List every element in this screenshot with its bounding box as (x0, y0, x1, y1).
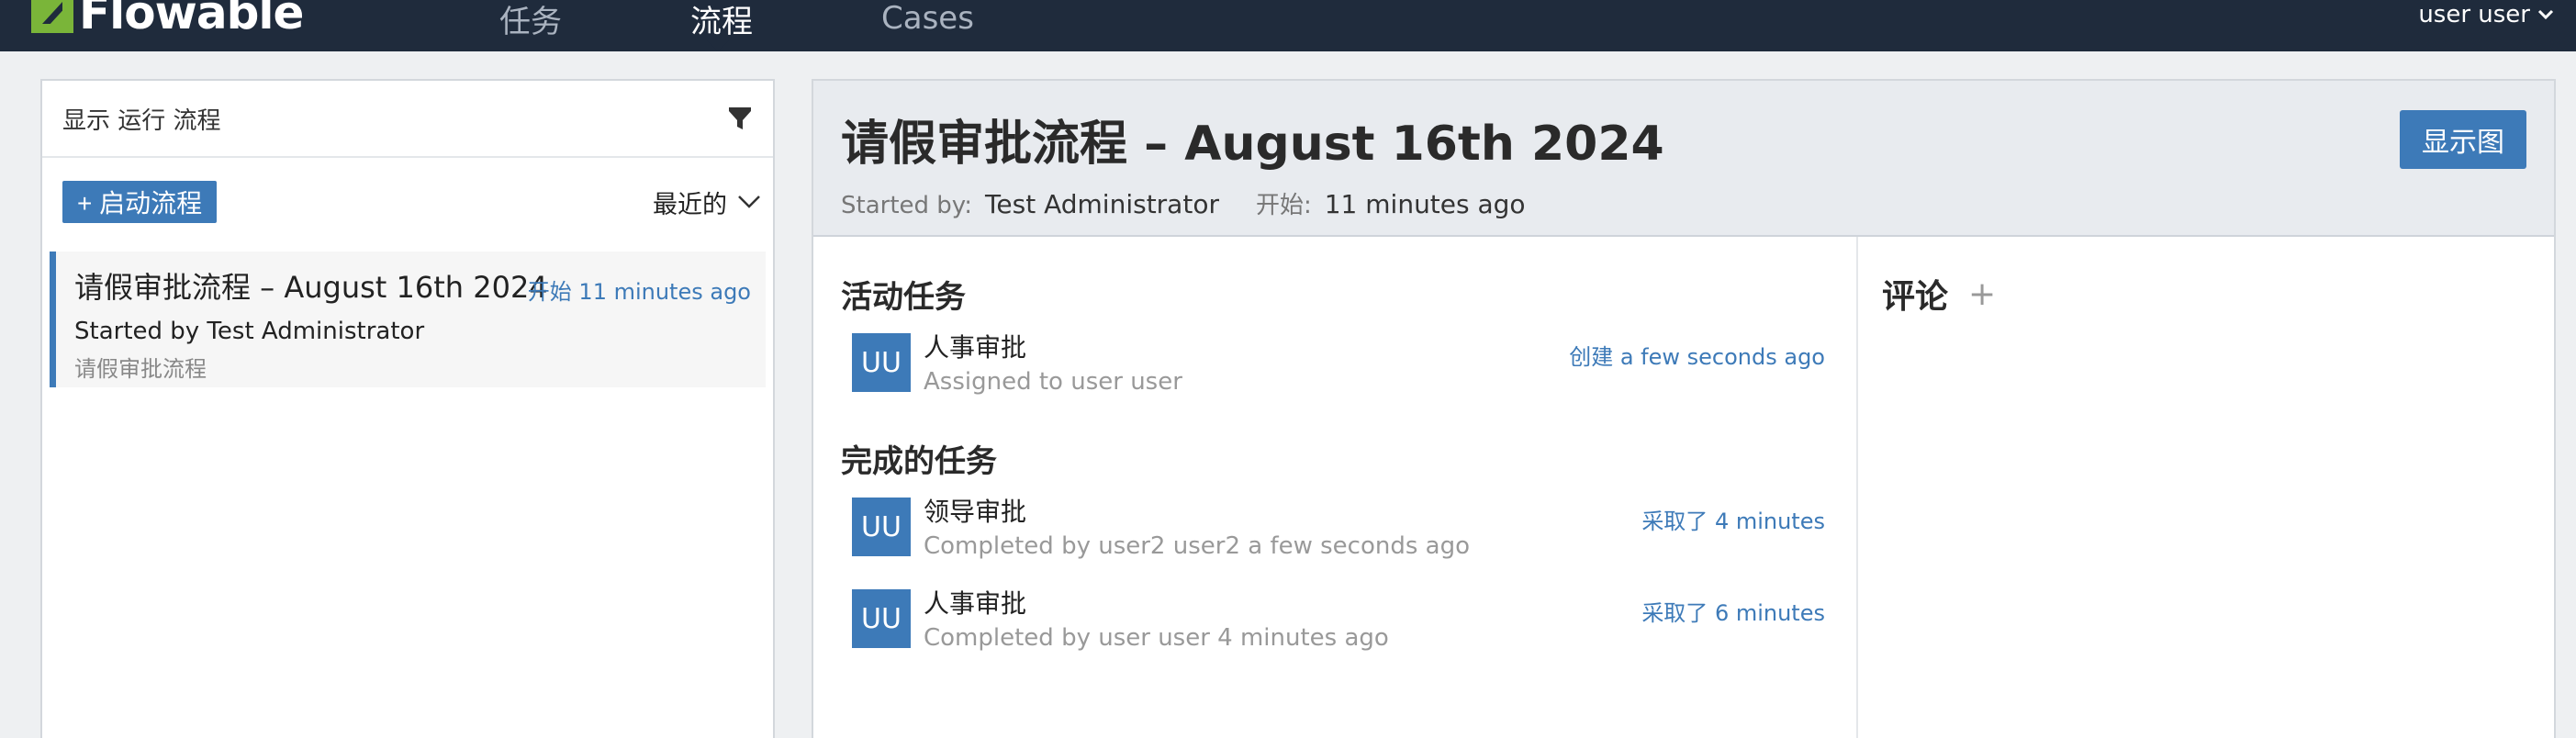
sort-label: 最近的 (653, 190, 727, 219)
show-diagram-button[interactable]: 显示图 (2400, 110, 2526, 169)
active-tab-indicator (707, 40, 729, 51)
process-detail-panel: 请假审批流程 – August 16th 2024 Started by: Te… (812, 79, 2556, 738)
process-detail-title: 请假审批流程 – August 16th 2024 (841, 117, 1664, 172)
comments-header: 评论 + (1882, 270, 2554, 318)
task-row[interactable]: UU 人事审批 Completed by user user 4 minutes… (841, 588, 1825, 652)
process-item-starter: Started by Test Administrator (74, 318, 425, 345)
chevron-down-icon (738, 196, 760, 208)
task-name: 领导审批 (924, 497, 1027, 527)
nav-tab-cases[interactable]: Cases (881, 0, 974, 44)
task-completed-by: Completed by user2 user2 a few seconds a… (924, 532, 1471, 560)
process-list-header: 显示 运行 流程 (42, 81, 773, 158)
task-time: 创建 a few seconds ago (1569, 344, 1825, 370)
process-item-start-time: 开始 11 minutes ago (527, 279, 751, 305)
user-name: user user (2418, 1, 2530, 28)
task-name: 人事审批 (924, 588, 1027, 619)
tasks-column: 活动任务 UU 人事审批 Assigned to user user 创建 a … (813, 237, 1858, 738)
active-tasks-title: 活动任务 (841, 279, 966, 316)
task-row[interactable]: UU 领导审批 Completed by user2 user2 a few s… (841, 497, 1825, 560)
started-by-label: Started by: (841, 192, 973, 219)
process-detail-header: 请假审批流程 – August 16th 2024 Started by: Te… (813, 81, 2554, 237)
top-navbar: Flowable 任务 流程 Cases user user (0, 0, 2576, 51)
completed-tasks-title: 完成的任务 (841, 443, 997, 480)
filter-icon[interactable] (727, 105, 753, 132)
start-time-value: 11 minutes ago (1324, 189, 1526, 219)
flowable-logo-icon (31, 0, 73, 33)
started-by-value: Test Administrator (985, 189, 1219, 219)
task-completed-by: Completed by user user 4 minutes ago (924, 624, 1389, 652)
user-menu[interactable]: user user (2418, 0, 2554, 33)
brand-name: Flowable (79, 0, 304, 39)
sort-dropdown[interactable]: 最近的 (653, 184, 762, 220)
avatar: UU (852, 498, 911, 556)
avatar: UU (852, 333, 911, 392)
start-time-label: 开始: (1255, 192, 1312, 219)
task-duration: 采取了 4 minutes (1641, 509, 1825, 534)
comments-title: 评论 (1882, 278, 1949, 316)
flowable-logo[interactable]: Flowable (31, 0, 304, 39)
task-name: 人事审批 (924, 332, 1027, 363)
process-filter-title[interactable]: 显示 运行 流程 (62, 102, 221, 136)
task-assignee: Assigned to user user (924, 368, 1182, 396)
avatar: UU (852, 589, 911, 648)
process-list-panel: 显示 运行 流程 + 启动流程 最近的 请假审批流程 – August 16th… (40, 79, 775, 738)
comments-column: 评论 + (1858, 237, 2554, 738)
nav-tab-processes[interactable]: 流程 (690, 0, 753, 44)
nav-tab-tasks[interactable]: 任务 (499, 0, 562, 44)
chevron-down-icon (2537, 9, 2554, 20)
start-process-button[interactable]: + 启动流程 (62, 181, 218, 223)
process-list-item[interactable]: 请假审批流程 – August 16th 2024 开始 11 minutes … (50, 252, 766, 387)
process-item-definition: 请假审批流程 (74, 356, 207, 382)
plus-icon[interactable]: + (1968, 275, 1996, 313)
task-row[interactable]: UU 人事审批 Assigned to user user 创建 a few s… (841, 332, 1825, 396)
process-meta: Started by: Test Administrator 开始: 11 mi… (841, 186, 2554, 220)
task-duration: 采取了 6 minutes (1641, 600, 1825, 626)
process-list-toolbar: + 启动流程 最近的 (42, 158, 773, 246)
